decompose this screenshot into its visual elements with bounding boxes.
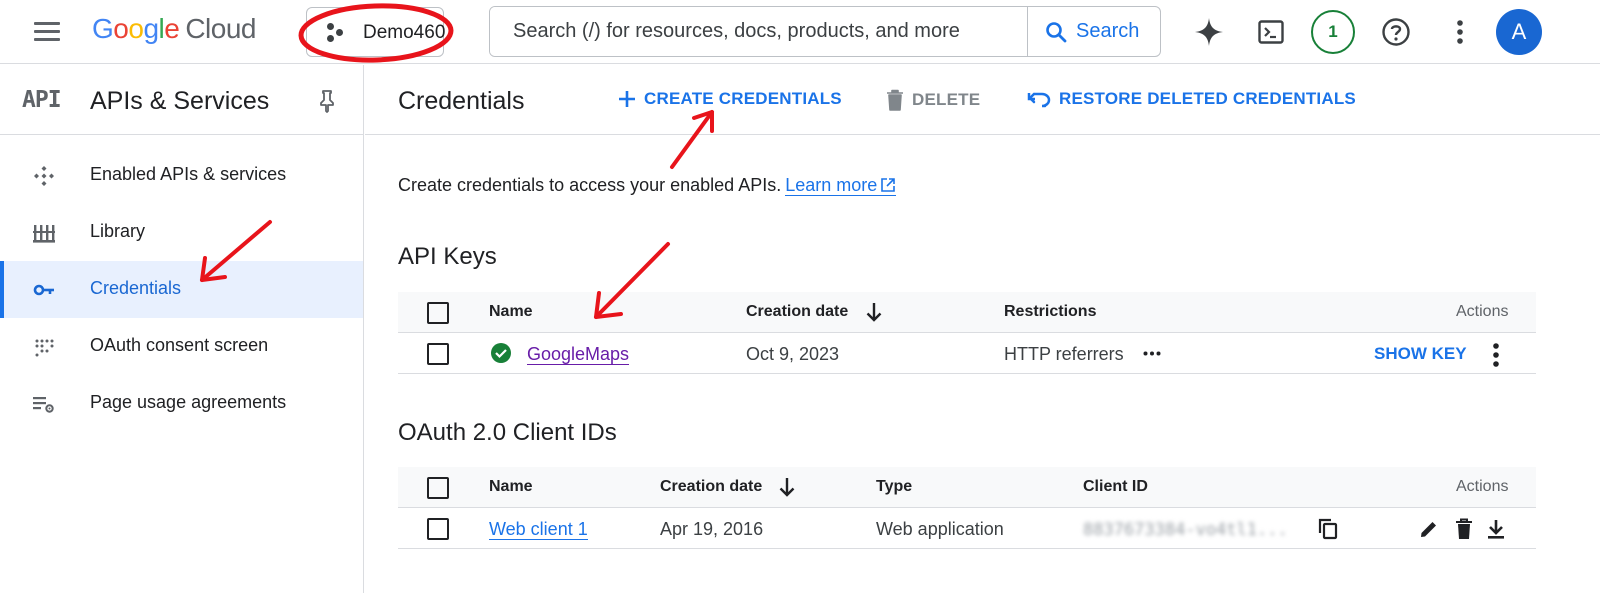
download-icon[interactable] <box>1486 518 1506 540</box>
help-icon[interactable] <box>1376 12 1416 52</box>
column-name[interactable]: Name <box>489 478 533 496</box>
column-creation-date[interactable]: Creation date <box>660 478 762 496</box>
sort-arrow-down-icon[interactable] <box>779 477 795 497</box>
show-key-button[interactable]: SHOW KEY <box>1374 344 1467 364</box>
pin-icon[interactable] <box>317 89 337 113</box>
table-header: Name Creation date Type Client ID Action… <box>398 467 1536 508</box>
plus-icon <box>619 91 635 107</box>
main-menu-icon[interactable] <box>34 22 60 42</box>
column-restrictions: Restrictions <box>1004 303 1097 320</box>
api-logo: API <box>22 87 62 113</box>
avatar-initial: A <box>1496 9 1542 55</box>
more-options-icon[interactable] <box>1440 12 1480 52</box>
oauth-icon <box>32 335 56 359</box>
settings-list-icon <box>32 392 56 416</box>
sidebar: API APIs & Services Enabled APIs & servi… <box>0 65 364 593</box>
sidebar-item-credentials[interactable]: Credentials <box>0 261 363 318</box>
sidebar-item-label: OAuth consent screen <box>90 335 269 355</box>
sidebar-item-enabled-apis[interactable]: Enabled APIs & services <box>0 147 363 204</box>
create-credentials-button[interactable]: CREATE CREDENTIALS <box>618 89 842 109</box>
account-avatar[interactable]: A <box>1496 9 1542 55</box>
undo-icon <box>1027 92 1051 108</box>
cloud-shell-icon[interactable] <box>1251 12 1291 52</box>
sidebar-header: API APIs & Services <box>0 65 363 135</box>
sidebar-item-label: Library <box>90 221 146 241</box>
api-key-name: GoogleMaps <box>527 344 630 365</box>
diamond-dots-icon <box>32 164 56 188</box>
row-checkbox[interactable] <box>427 518 449 540</box>
sidebar-item-library[interactable]: Library <box>0 204 363 261</box>
intro-message: Create credentials to access your enable… <box>398 175 782 195</box>
restore-deleted-credentials-button[interactable]: RESTORE DELETED CREDENTIALS <box>1027 89 1356 109</box>
trash-icon <box>887 89 903 111</box>
api-keys-heading: API Keys <box>398 243 497 270</box>
learn-more-label: Learn more <box>785 175 878 195</box>
external-link-icon <box>881 178 896 192</box>
edit-pencil-icon[interactable] <box>1419 519 1439 539</box>
sidebar-title: APIs & Services <box>90 87 270 115</box>
search-icon <box>1046 21 1067 42</box>
page-header: Credentials CREATE CREDENTIALS DELETE RE… <box>365 65 1600 135</box>
project-name: Demo460 <box>363 22 446 43</box>
oauth-clients-table: Name Creation date Type Client ID Action… <box>398 467 1536 549</box>
gemini-sparkle-icon[interactable] <box>1189 12 1229 52</box>
sidebar-item-label: Enabled APIs & services <box>90 164 287 184</box>
page-title: Credentials <box>398 87 525 115</box>
restore-label: RESTORE DELETED CREDENTIALS <box>1059 89 1356 108</box>
sidebar-item-page-usage[interactable]: Page usage agreements <box>0 375 363 432</box>
table-row: GoogleMaps Oct 9, 2023 HTTP referrers SH… <box>398 333 1536 374</box>
search-button-label: Search <box>1076 20 1140 42</box>
oauth-client-id: 8837673384-vo4tl1... <box>1083 520 1288 540</box>
column-creation-date[interactable]: Creation date <box>746 303 848 321</box>
select-all-checkbox[interactable] <box>427 302 449 324</box>
oauth-client-name-link[interactable]: Web client 1 <box>489 519 588 540</box>
notifications-badge[interactable]: 1 <box>1311 10 1355 54</box>
sidebar-item-label: Credentials <box>90 278 182 298</box>
google-cloud-logo[interactable]: Google Cloud <box>92 13 256 45</box>
table-row: Web client 1 Apr 19, 2016 Web applicatio… <box>398 508 1536 549</box>
learn-more-link[interactable]: Learn more <box>785 175 897 196</box>
column-name[interactable]: Name <box>489 303 533 321</box>
oauth-clients-heading: OAuth 2.0 Client IDs <box>398 419 617 446</box>
more-horiz-icon[interactable] <box>1143 351 1161 356</box>
table-header: Name Creation date Restrictions Actions <box>398 292 1536 333</box>
copy-icon[interactable] <box>1318 518 1338 540</box>
column-client-id: Client ID <box>1083 478 1148 495</box>
search-bar: Search <box>489 6 1161 57</box>
check-circle-icon <box>491 343 511 363</box>
sidebar-item-label: Page usage agreements <box>90 392 287 412</box>
oauth-client-name: Web client 1 <box>489 519 588 540</box>
notification-count: 1 <box>1311 10 1355 54</box>
library-icon <box>32 221 56 245</box>
column-actions: Actions <box>1456 478 1509 495</box>
select-all-checkbox[interactable] <box>427 477 449 499</box>
delete-button[interactable]: DELETE <box>886 89 980 111</box>
intro-text: Create credentials to access your enable… <box>398 175 897 196</box>
sidebar-item-oauth-consent[interactable]: OAuth consent screen <box>0 318 363 375</box>
column-type: Type <box>876 478 913 495</box>
oauth-client-type: Web application <box>876 519 1004 539</box>
project-icon <box>327 23 347 43</box>
api-key-restrictions: HTTP referrers <box>1004 344 1124 364</box>
search-input[interactable] <box>490 7 1027 56</box>
delete-trash-icon[interactable] <box>1455 518 1473 540</box>
delete-label: DELETE <box>912 90 981 109</box>
column-actions: Actions <box>1456 303 1509 320</box>
project-picker[interactable]: Demo460 <box>306 7 446 57</box>
top-bar: GoogleCloud Demo460 Search 1 A <box>0 0 1600 64</box>
search-button[interactable]: Search <box>1027 7 1160 56</box>
key-icon <box>32 278 56 302</box>
api-key-creation-date: Oct 9, 2023 <box>746 344 840 364</box>
oauth-client-creation-date: Apr 19, 2016 <box>660 519 764 539</box>
api-keys-table: Name Creation date Restrictions Actions … <box>398 292 1536 374</box>
api-key-name-link[interactable]: GoogleMaps <box>527 344 630 365</box>
row-menu-icon[interactable] <box>1492 342 1500 368</box>
sort-arrow-down-icon[interactable] <box>866 302 882 322</box>
row-checkbox[interactable] <box>427 343 449 365</box>
create-credentials-label: CREATE CREDENTIALS <box>644 89 842 108</box>
